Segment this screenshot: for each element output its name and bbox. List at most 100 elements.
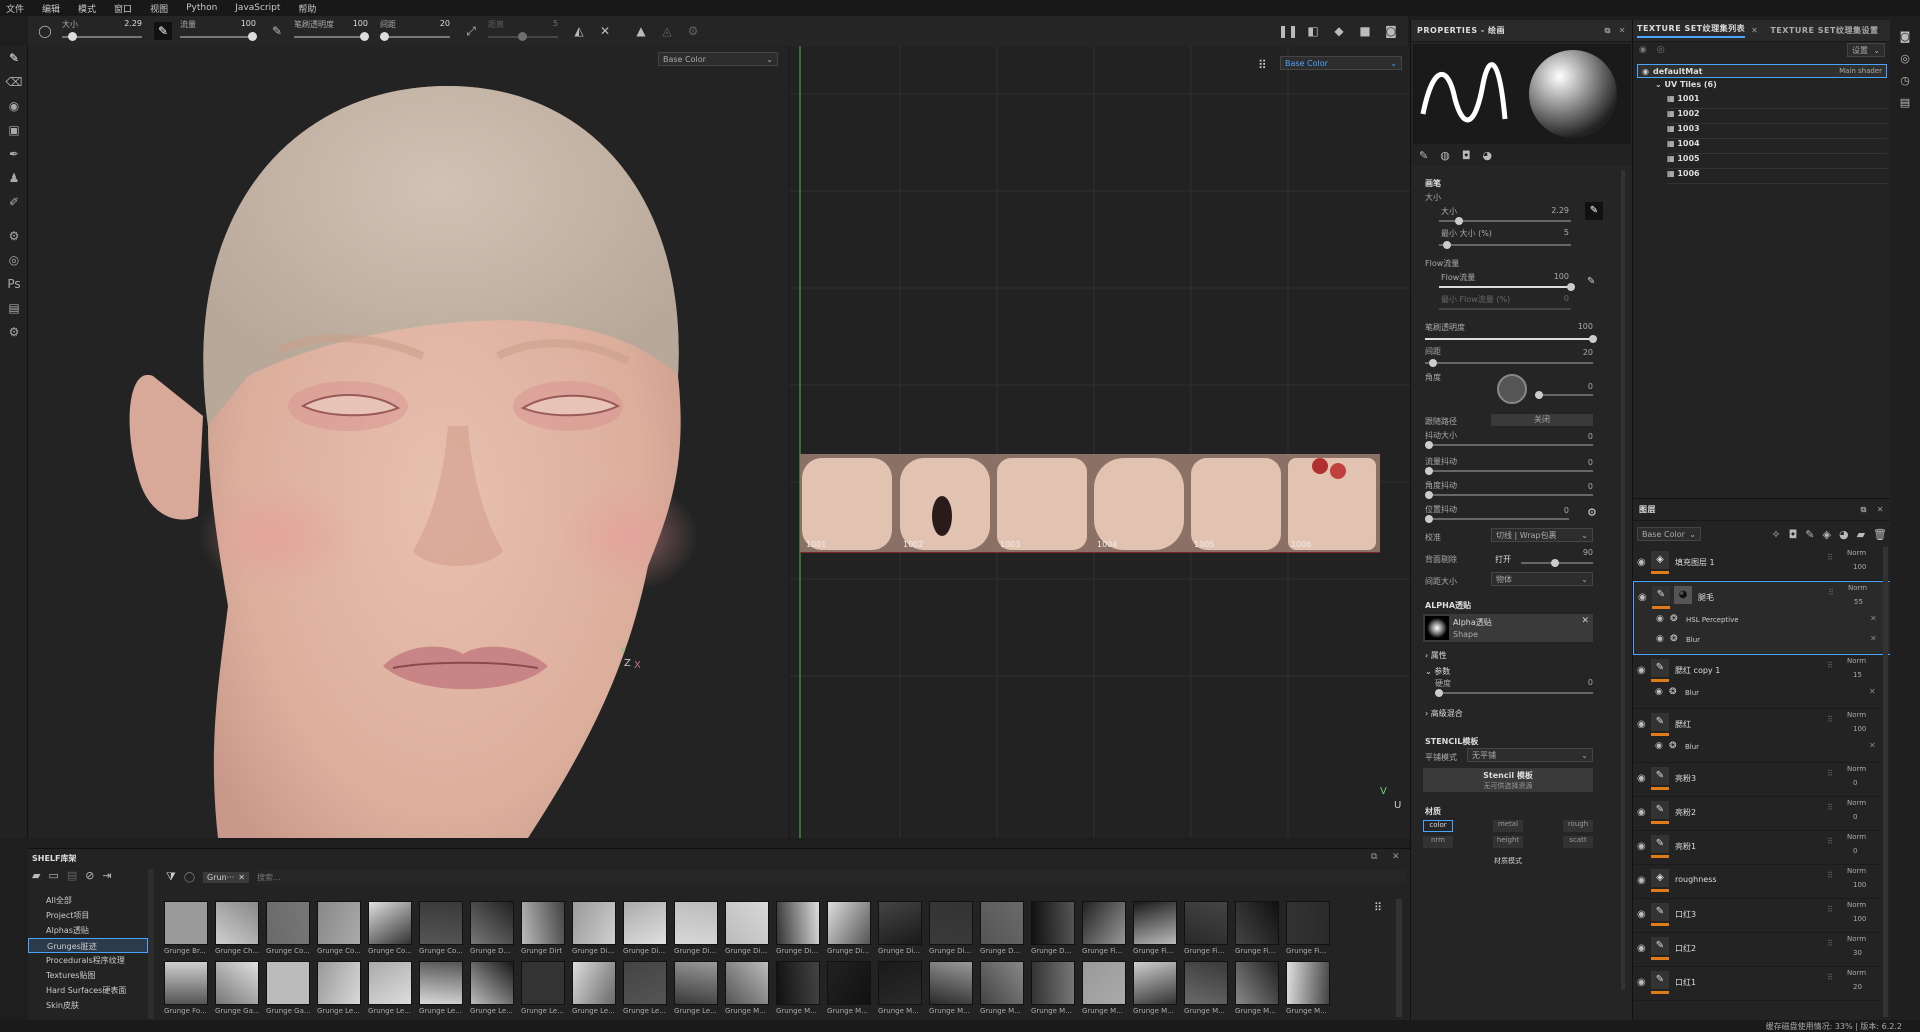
- history-icon[interactable]: ◷: [1890, 70, 1920, 92]
- close-icon[interactable]: ✕: [1869, 741, 1876, 750]
- grunge-thumbnail[interactable]: [980, 961, 1024, 1005]
- viewport-2d-channel-select[interactable]: Base Color ⌄: [1280, 56, 1402, 70]
- layer-row[interactable]: ◉ ✎ 亮粉1 ⠿ Norm 0: [1633, 831, 1890, 865]
- mask-thumbnail-icon[interactable]: ◕: [1674, 586, 1692, 604]
- grunge-thumbnail[interactable]: [317, 961, 361, 1005]
- category-scrollbar[interactable]: [148, 869, 154, 1019]
- grunge-thumbnail[interactable]: [1286, 961, 1330, 1005]
- add-mask-icon[interactable]: ◘: [1789, 528, 1798, 541]
- folder-icon[interactable]: ▰: [32, 869, 40, 885]
- angle-slider[interactable]: [1535, 394, 1593, 396]
- jitter-position-knob[interactable]: [1425, 515, 1433, 523]
- eye-icon[interactable]: ◉: [1637, 909, 1646, 920]
- brush-opacity-slider[interactable]: [1425, 338, 1593, 340]
- mask-tab-icon[interactable]: ◘: [1462, 149, 1471, 162]
- layer-opacity[interactable]: 100: [1853, 915, 1866, 923]
- grunge-thumbnail[interactable]: [878, 901, 922, 945]
- layer-blend-mode[interactable]: Norm: [1847, 549, 1866, 557]
- menu-item-3[interactable]: 窗口: [114, 2, 132, 15]
- close-icon[interactable]: ✕: [1877, 505, 1884, 514]
- close-icon[interactable]: ✕: [238, 873, 245, 882]
- eye-icon[interactable]: ◉: [1656, 634, 1664, 644]
- toolbar-distance-slider[interactable]: 距离 5: [488, 16, 558, 46]
- grunge-thumbnail[interactable]: [1235, 961, 1279, 1005]
- clone-stamp-icon[interactable]: ♟: [0, 166, 28, 190]
- grunge-thumbnail[interactable]: [1082, 961, 1126, 1005]
- layer-row[interactable]: ◉ ✎ 口红2 ⠿ Norm 30: [1633, 933, 1890, 967]
- grunge-thumbnail[interactable]: [1031, 961, 1075, 1005]
- grunge-thumbnail[interactable]: [1235, 901, 1279, 945]
- parameters-group[interactable]: 参数: [1434, 667, 1450, 676]
- hardness-knob[interactable]: [1435, 689, 1443, 697]
- grunge-thumbnail[interactable]: [1031, 901, 1075, 945]
- polyfill-icon[interactable]: ▣: [0, 118, 28, 142]
- size-space-select[interactable]: 物体 ⌄: [1491, 572, 1593, 586]
- smart-material-icon[interactable]: ◕: [1839, 528, 1849, 541]
- grunge-thumbnail[interactable]: [572, 901, 616, 945]
- spacing-slider[interactable]: [1425, 362, 1593, 364]
- jitter-angle-knob[interactable]: [1425, 491, 1433, 499]
- scatter-channel-toggle[interactable]: scatt: [1563, 836, 1593, 848]
- layer-row[interactable]: ◉ ✎ 亮粉2 ⠿ Norm 0: [1633, 797, 1890, 831]
- tiling-mode-select[interactable]: 无平铺 ⌄: [1467, 748, 1593, 762]
- grunge-thumbnail[interactable]: [725, 901, 769, 945]
- color-picker-icon[interactable]: ✐: [0, 190, 28, 214]
- layer-row[interactable]: ◉ ◈ roughness ⠿ Norm 100: [1633, 865, 1890, 899]
- alignment-select[interactable]: 切线 | Wrap包裹 ⌄: [1491, 528, 1593, 542]
- eye-icon[interactable]: ◉: [1637, 719, 1646, 730]
- grunge-thumbnail[interactable]: [521, 901, 565, 945]
- min-size-slider-knob[interactable]: [1443, 241, 1451, 249]
- uv-tile-item[interactable]: ▦ 1006: [1667, 169, 1887, 184]
- layer-opacity[interactable]: 30: [1853, 949, 1862, 957]
- geometry-mask-icon[interactable]: ◎: [0, 248, 28, 272]
- layer-blend-mode[interactable]: Norm: [1847, 867, 1866, 875]
- stencil-slot[interactable]: Stencil 模板 无可供选择资源: [1423, 768, 1593, 792]
- grunge-thumbnail[interactable]: [776, 961, 820, 1005]
- add-fill-layer-icon[interactable]: ◈: [1822, 528, 1830, 541]
- flow-slider-knob[interactable]: [1567, 283, 1575, 291]
- layer-opacity[interactable]: 15: [1853, 671, 1862, 679]
- shelf-category-item[interactable]: Textures贴图: [28, 968, 148, 983]
- metal-channel-toggle[interactable]: metal: [1493, 820, 1523, 832]
- min-size-slider[interactable]: [1439, 244, 1571, 246]
- eye-icon[interactable]: ◉: [1637, 773, 1646, 784]
- pressure-toggle-icon[interactable]: ✎: [1585, 202, 1603, 220]
- shelf-category-item[interactable]: Skin皮肤: [28, 998, 148, 1013]
- viewport-2d-uv[interactable]: 1001 1002 1003 1004 1005 1006 ⠿ Base Col…: [790, 46, 1410, 838]
- uv-tiles-group[interactable]: ⌄ UV Tiles (6): [1655, 80, 1717, 89]
- menu-item-6[interactable]: JavaScript: [235, 3, 280, 13]
- grunge-thumbnail[interactable]: [215, 961, 259, 1005]
- grunge-thumbnail[interactable]: [470, 961, 514, 1005]
- grunge-thumbnail[interactable]: [725, 961, 769, 1005]
- plugins-icon[interactable]: ⚙: [0, 320, 28, 344]
- shelf-scrollbar[interactable]: [1396, 899, 1402, 1017]
- symmetry-icon[interactable]: ◭: [570, 22, 588, 40]
- eye-icon[interactable]: ◉: [1655, 741, 1663, 751]
- grunge-thumbnail[interactable]: [980, 901, 1024, 945]
- layer-row[interactable]: ◉ ✎ ◕ 腿毛 ⠿ Norm 55 ◉ ❂ HSL Perceptive ✕ ◉ ❂ Blur ✕: [1633, 581, 1890, 655]
- screenshot-icon[interactable]: ◙: [1382, 22, 1400, 40]
- photoshop-export-icon[interactable]: Ps: [0, 272, 28, 296]
- layer-opacity[interactable]: 100: [1853, 725, 1866, 733]
- eye-icon[interactable]: ◉: [1637, 977, 1646, 988]
- backface-culling-toggle[interactable]: 打开: [1495, 554, 1511, 565]
- layer-opacity[interactable]: 100: [1853, 881, 1866, 889]
- min-flow-slider[interactable]: [1439, 308, 1571, 310]
- eye-icon[interactable]: ◉: [1637, 557, 1646, 568]
- effect-name[interactable]: Blur: [1685, 743, 1699, 751]
- grunge-thumbnail[interactable]: [674, 961, 718, 1005]
- grunge-thumbnail[interactable]: [827, 961, 871, 1005]
- grunge-thumbnail[interactable]: [1184, 901, 1228, 945]
- grunge-thumbnail[interactable]: [419, 961, 463, 1005]
- menu-item-0[interactable]: 文件: [6, 2, 24, 15]
- properties-scrollbar[interactable]: [1621, 170, 1625, 990]
- cube-icon[interactable]: ◆: [1330, 22, 1348, 40]
- projection-icon[interactable]: ◉: [0, 94, 28, 118]
- view-mode-icon[interactable]: ◧: [1304, 22, 1322, 40]
- camera-icon[interactable]: ◙: [1890, 26, 1920, 48]
- material-row[interactable]: ◉ defaultMat Main shader: [1637, 64, 1887, 78]
- eye-icon[interactable]: ◉: [1637, 875, 1646, 886]
- menu-item-4[interactable]: 视图: [150, 2, 168, 15]
- paint-tab-icon[interactable]: ✎: [1419, 149, 1428, 162]
- remove-icon[interactable]: ✕: [1581, 616, 1589, 626]
